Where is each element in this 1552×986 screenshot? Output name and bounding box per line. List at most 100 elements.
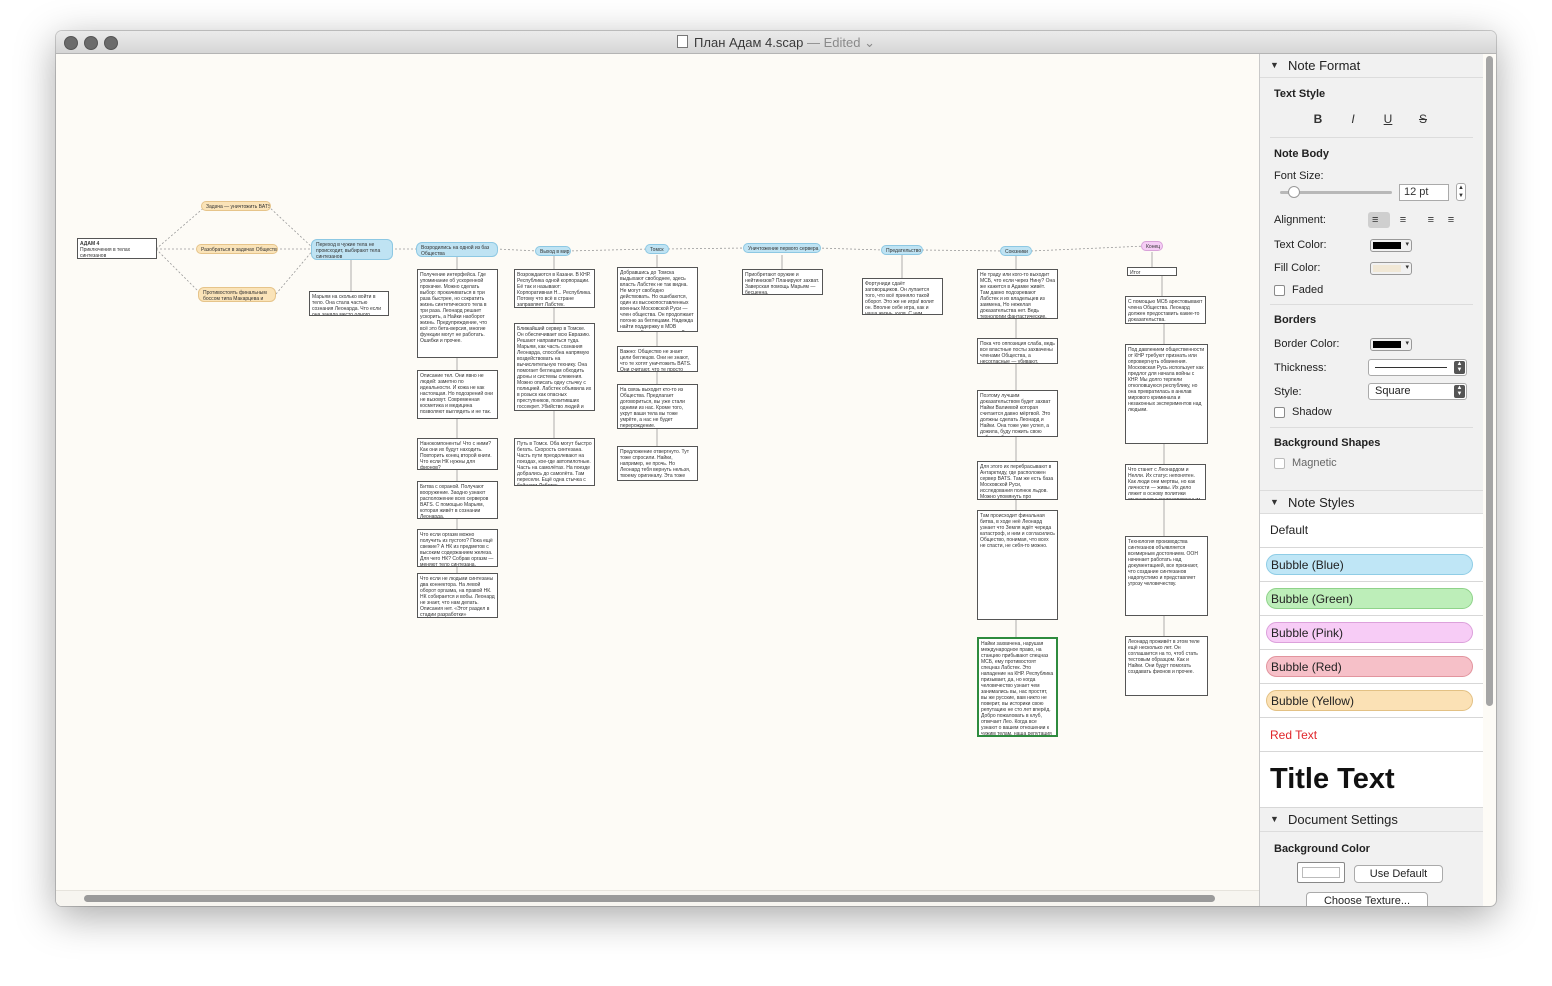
- note[interactable]: Добравшись до Томска выдыхают свободнее,…: [617, 267, 698, 332]
- font-size-slider-knob[interactable]: [1288, 186, 1300, 198]
- note[interactable]: Предложение отвергнуто. Тут тоже спросил…: [617, 446, 698, 481]
- bubble-betrayal[interactable]: Предательство: [881, 245, 923, 255]
- note[interactable]: Ближайший сервер в Томске. Он обеспечива…: [514, 323, 595, 411]
- bubble-tomsk[interactable]: Томск: [645, 244, 669, 254]
- style-default-label: Default: [1270, 523, 1309, 537]
- note[interactable]: Поэтому лучшим доказательством будет зах…: [977, 390, 1058, 437]
- note[interactable]: Описание тел. Они явно не людей: заметно…: [417, 370, 498, 419]
- note-format-header: Note Format: [1288, 58, 1361, 73]
- style-bubble-yellow[interactable]: Bubble (Yellow): [1260, 684, 1483, 718]
- style-red-text[interactable]: Red Text: [1260, 718, 1483, 752]
- style-default[interactable]: Default: [1260, 514, 1483, 548]
- font-size-stepper[interactable]: ▲ ▼: [1456, 183, 1466, 201]
- note-styles-header: Note Styles: [1288, 495, 1355, 510]
- bubble-end[interactable]: Конец: [1141, 241, 1163, 251]
- note[interactable]: С помощью МСБ арестовывают члена Обществ…: [1125, 296, 1206, 324]
- app-window: План Адам 4.scap — Edited ⌄ АДАМ 4 Прикл…: [56, 31, 1496, 906]
- bubble-task[interactable]: Задача — уничтожить BATS: [201, 201, 271, 211]
- note[interactable]: Что станет с Леонардом и Нелли. Их стату…: [1125, 464, 1206, 500]
- horizontal-scrollbar[interactable]: [84, 895, 1215, 902]
- root-note[interactable]: АДАМ 4 Приключения в телах синтезанов: [77, 238, 157, 259]
- text-color-well[interactable]: ▾: [1370, 239, 1412, 252]
- note[interactable]: Битва с охраной. Получают вооружение. За…: [417, 481, 498, 519]
- note[interactable]: Что если оргазм можно получить из пустог…: [417, 529, 498, 567]
- vertical-scrollbar[interactable]: [1486, 56, 1493, 706]
- bubble-yellow-pill: Bubble (Yellow): [1266, 690, 1473, 711]
- bubble-society[interactable]: Разобраться в задачах Общества: [196, 244, 278, 254]
- note[interactable]: Технология производства синтезанов объяв…: [1125, 536, 1208, 616]
- note[interactable]: Что если не людьми синтезаны два коннект…: [417, 573, 498, 618]
- section-note-styles[interactable]: ▼ Note Styles: [1260, 490, 1483, 514]
- faded-label: Faded: [1292, 284, 1324, 296]
- chevron-down-icon[interactable]: ⌄: [864, 35, 875, 50]
- style-bubble-blue[interactable]: Bubble (Blue): [1260, 548, 1483, 582]
- section-document-settings[interactable]: ▼ Document Settings: [1260, 808, 1483, 832]
- note[interactable]: Марьям на сколько войти в тело. Она стал…: [309, 291, 389, 316]
- document-settings-header: Document Settings: [1288, 812, 1398, 827]
- align-right-button[interactable]: ≡: [1416, 212, 1438, 228]
- bubble-server[interactable]: Уничтожение первого сервера: [743, 243, 821, 253]
- note-selected[interactable]: Найки захвачена, нарушая международное п…: [977, 637, 1058, 737]
- border-style-popup[interactable]: Square ▲ ▼: [1368, 383, 1467, 400]
- note[interactable]: Приобретают оружие и нейтинизов? Планиру…: [742, 269, 823, 295]
- shadow-label: Shadow: [1292, 406, 1332, 418]
- style-bubble-green[interactable]: Bubble (Green): [1260, 582, 1483, 616]
- thickness-line: [1375, 367, 1447, 368]
- font-size-field[interactable]: 12 pt: [1399, 184, 1449, 201]
- note[interactable]: Для этого их перебрасывают в Антарктиду,…: [977, 461, 1058, 500]
- faded-checkbox[interactable]: [1274, 285, 1285, 296]
- disclosure-triangle-icon[interactable]: ▼: [1270, 497, 1279, 507]
- align-justify-button[interactable]: ≡: [1440, 212, 1462, 228]
- note[interactable]: Нанокомпоненты! Что с ними? Как они их б…: [417, 438, 498, 470]
- note[interactable]: Возрождаются в Казани. В КНР. Республика…: [514, 269, 595, 308]
- note[interactable]: Под давлением общественности от КНР треб…: [1125, 344, 1208, 444]
- use-default-button[interactable]: Use Default: [1354, 865, 1443, 883]
- align-left-button[interactable]: ≡: [1368, 212, 1390, 228]
- window-title[interactable]: План Адам 4.scap — Edited ⌄: [56, 35, 1496, 51]
- note[interactable]: Там происходит финальная битва, в ходе н…: [977, 510, 1058, 620]
- bubble-bosses[interactable]: Противостоять финальным боссом типа Мака…: [198, 287, 276, 302]
- magnetic-checkbox[interactable]: [1274, 458, 1285, 469]
- chevron-down-icon: ▾: [1405, 241, 1409, 248]
- bubble-transfer[interactable]: Переход в чужие тела не происходит, выби…: [311, 239, 393, 260]
- bubble-reborn[interactable]: Возродились на одной из баз Общества: [416, 242, 498, 257]
- mindmap-canvas[interactable]: АДАМ 4 Приключения в телах синтезанов За…: [56, 54, 1259, 906]
- section-note-format[interactable]: ▼ Note Format: [1260, 54, 1483, 78]
- note[interactable]: Итог приключений?: [1127, 267, 1177, 276]
- note[interactable]: Леонард проживёт в этом теле ещё несколь…: [1125, 636, 1208, 696]
- alignment-label: Alignment:: [1274, 214, 1326, 226]
- background-color-well[interactable]: [1297, 862, 1345, 883]
- fill-color-well[interactable]: ▾: [1370, 262, 1412, 275]
- choose-texture-button[interactable]: Choose Texture...: [1306, 892, 1428, 906]
- updown-arrows-icon: ▲ ▼: [1454, 361, 1465, 374]
- bubble-exit[interactable]: Выход в мир: [535, 246, 571, 256]
- note[interactable]: На связь выходит кто-то из Общества. Пре…: [617, 384, 698, 429]
- border-color-well[interactable]: ▾: [1370, 338, 1412, 351]
- note[interactable]: Фортуниди сдаёт заговорщиков. Он лупаетс…: [862, 278, 943, 315]
- style-bubble-pink[interactable]: Bubble (Pink): [1260, 616, 1483, 650]
- background-color-swatch: [1302, 867, 1340, 878]
- disclosure-triangle-icon[interactable]: ▼: [1270, 60, 1279, 70]
- bold-button[interactable]: B: [1310, 112, 1326, 126]
- shadow-checkbox[interactable]: [1274, 407, 1285, 418]
- note[interactable]: Важно: Общество не знает цели беглецов. …: [617, 346, 698, 372]
- strikethrough-button[interactable]: S: [1415, 112, 1431, 126]
- background-color-label: Background Color: [1274, 843, 1370, 855]
- document-icon: [677, 35, 689, 48]
- note[interactable]: Получение интерфейса. Где упоминание об …: [417, 269, 498, 358]
- note[interactable]: Пока что оппозиция слаба, ведь все власт…: [977, 338, 1058, 364]
- style-bubble-red[interactable]: Bubble (Red): [1260, 650, 1483, 684]
- underline-button[interactable]: U: [1380, 112, 1396, 126]
- thickness-popup[interactable]: ▲ ▼: [1368, 359, 1467, 376]
- disclosure-triangle-icon[interactable]: ▼: [1270, 814, 1279, 824]
- divider: [1270, 137, 1473, 138]
- title-bar[interactable]: План Адам 4.scap — Edited ⌄: [56, 31, 1496, 54]
- style-title-text[interactable]: Title Text: [1260, 752, 1483, 808]
- note[interactable]: Не траду или кого-то выходит МСБ, что ес…: [977, 269, 1058, 319]
- document-name: План Адам 4.scap: [694, 35, 804, 50]
- bubble-allies[interactable]: Союзники: [1000, 246, 1032, 256]
- italic-button[interactable]: I: [1345, 112, 1361, 126]
- title-text-label: Title Text: [1270, 763, 1395, 795]
- note[interactable]: Путь в Томск. Оба могут быстро бегать. С…: [514, 438, 595, 486]
- align-center-button[interactable]: ≡: [1392, 212, 1414, 228]
